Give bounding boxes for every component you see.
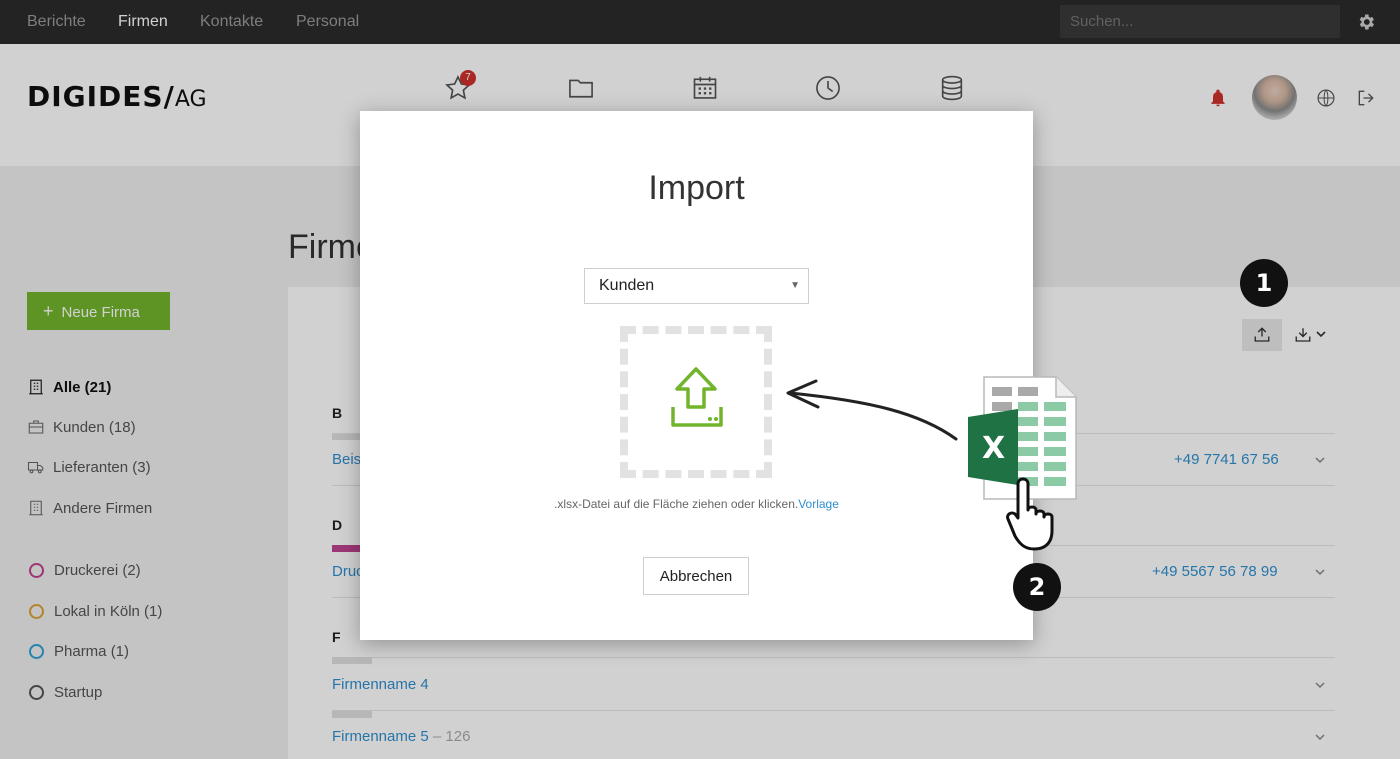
- template-link[interactable]: Vorlage: [798, 497, 839, 511]
- drag-arrow: [786, 379, 958, 441]
- cancel-button[interactable]: Abbrechen: [643, 557, 749, 595]
- pointer-hand-icon: [1006, 477, 1054, 551]
- dropzone-hint: .xlsx-Datei auf die Fläche ziehen oder k…: [554, 497, 839, 511]
- import-type-select[interactable]: Kunden ▼: [584, 268, 809, 304]
- upload-icon: [671, 367, 723, 427]
- step-marker-2: 2: [1013, 563, 1061, 611]
- dialog-title: Import: [648, 169, 745, 207]
- step-marker-1: 1: [1240, 259, 1288, 307]
- caret-down-icon: ▼: [790, 280, 800, 291]
- excel-letter: X: [982, 431, 1006, 466]
- file-dropzone[interactable]: [620, 326, 772, 478]
